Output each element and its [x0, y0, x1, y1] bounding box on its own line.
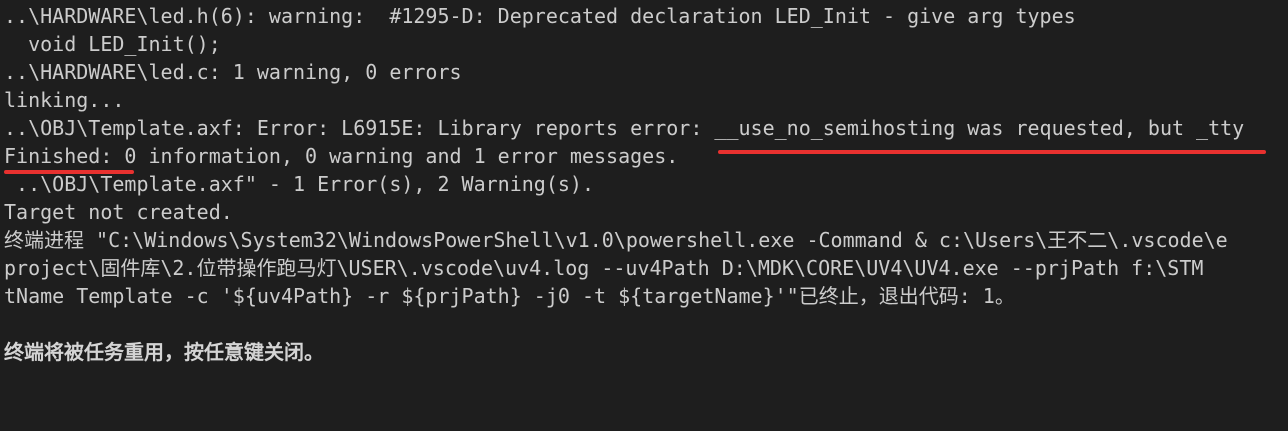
- terminal-panel[interactable]: ..\HARDWARE\led.h(6): warning: #1295-D: …: [0, 0, 1288, 431]
- terminal-line: 终端进程 "C:\Windows\System32\WindowsPowerSh…: [4, 228, 1228, 252]
- terminal-line: Target not created.: [4, 200, 233, 224]
- terminal-line: tName Template -c '${uv4Path} -r ${prjPa…: [4, 284, 1015, 308]
- terminal-line: ..\HARDWARE\led.h(6): warning: #1295-D: …: [4, 4, 1076, 28]
- terminal-line-error: ..\OBJ\Template.axf: Error: L6915E: Libr…: [4, 116, 1245, 140]
- red-underline-annotation: [4, 170, 134, 174]
- terminal-line: void LED_Init();: [4, 32, 221, 56]
- red-underline-annotation: [718, 150, 1266, 154]
- terminal-line-finished: Finished: 0 information, 0 warning and 1…: [4, 144, 679, 168]
- terminal-line: linking...: [4, 88, 125, 112]
- terminal-prompt-line: [4, 366, 1288, 394]
- terminal-line: ..\HARDWARE\led.c: 1 warning, 0 errors: [4, 60, 462, 84]
- terminal-reuse-message: 终端将被任务重用，按任意键关闭。: [4, 340, 324, 364]
- terminal-line: ..\OBJ\Template.axf" - 1 Error(s), 2 War…: [4, 172, 595, 196]
- terminal-line: project\固件库\2.位带操作跑马灯\USER\.vscode\uv4.l…: [4, 256, 1204, 280]
